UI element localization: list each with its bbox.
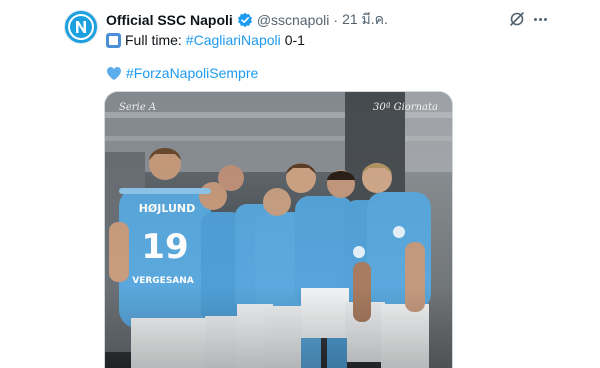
- matchday-label: 30ª Giornata: [372, 102, 438, 113]
- display-name[interactable]: Official SSC Napoli: [106, 12, 233, 28]
- competition-label: Serie A: [119, 102, 157, 113]
- full-time-label: Full time:: [125, 32, 182, 48]
- verified-badge-icon: [237, 12, 253, 28]
- tweet-text-line-2: #ForzaNapoliSempre: [106, 63, 258, 83]
- hashtag-cagliari-napoli[interactable]: #CagliariNapoli: [186, 32, 281, 48]
- blue-heart-emoji-icon: [106, 66, 122, 81]
- team-celebration-photo: HØJLUND 19 VERGESANA: [105, 92, 452, 368]
- separator-dot: ·: [333, 12, 339, 28]
- tweet-header: Official SSC Napoli @sscnapoli · 21 มี.ค…: [106, 10, 388, 30]
- post-date[interactable]: 21 มี.ค.: [342, 9, 388, 31]
- hashtag-forza-napoli-sempre[interactable]: #ForzaNapoliSempre: [126, 65, 258, 81]
- napoli-logo-icon[interactable]: [64, 10, 98, 44]
- stop-button-emoji-icon: [106, 32, 121, 48]
- tweet-text-line-1: Full time: #CagliariNapoli 0-1: [106, 30, 305, 50]
- tweet-photo[interactable]: HØJLUND 19 VERGESANA Serie A 30ª Giornat…: [104, 91, 453, 368]
- more-options-icon[interactable]: [530, 10, 550, 28]
- user-handle[interactable]: @sscnapoli: [257, 12, 330, 28]
- grok-icon[interactable]: [508, 10, 526, 28]
- match-score: 0-1: [284, 32, 305, 48]
